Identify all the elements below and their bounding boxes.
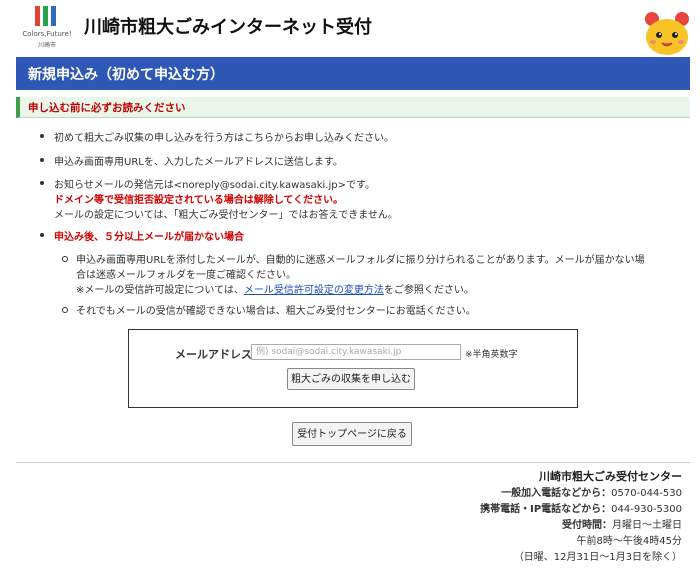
bullet-icon — [40, 158, 44, 162]
footer-holidays: （日曜、12月31日～1月3日を除く） — [513, 552, 682, 563]
logo-city: 川崎市 — [37, 42, 56, 49]
email-form: メールアドレス ※半角英数字 粗大ごみの収集を申し込む — [128, 329, 578, 408]
page-title: 新規申込み（初めて申込む方） — [28, 67, 224, 83]
footer-hours-label: 受付時間： — [562, 520, 612, 531]
footer-phone-1: 一般加入電話などから：0570-044-530 — [501, 484, 682, 499]
site-header: Colors,Future! 川崎市 川崎市粗大ごみインターネット受付 — [0, 0, 700, 56]
email-input[interactable] — [251, 344, 461, 360]
notice-item-4: 申込み後、５分以上メールが届かない場合 — [54, 232, 244, 243]
footer-phone-2: 携帯電話・IP電話などから：044-930-5300 — [480, 500, 682, 515]
footer-phone-2-label: 携帯電話・IP電話などから： — [480, 504, 612, 515]
email-label: メールアドレス — [175, 348, 252, 361]
bullet-icon — [40, 134, 44, 138]
footer-hours-days: 月曜日～土曜日 — [612, 520, 682, 531]
sub-notice-1-line1: 申込み画面専用URLを添付したメールが、自動的に迷惑メールフォルダに振り分けられ… — [76, 255, 645, 266]
circle-bullet-icon — [62, 256, 68, 262]
notice-heading: 申し込む前に必ずお読みください — [28, 102, 186, 114]
footer-phone-1-number: 0570-044-530 — [611, 488, 682, 499]
circle-bullet-icon — [62, 307, 68, 313]
page-title-bar: 新規申込み（初めて申込む方） — [16, 57, 690, 90]
sub-notice-1-line3-pre: ※メールの受信許可設定については、 — [76, 285, 244, 296]
back-to-top-button[interactable]: 受付トップページに戻る — [292, 422, 412, 446]
footer-center-name: 川崎市粗大ごみ受付センター — [539, 470, 682, 483]
site-title: 川崎市粗大ごみインターネット受付 — [84, 17, 372, 38]
sub-notice-1-line2: 合は迷惑メールフォルダを一度ご確認ください。 — [76, 270, 296, 281]
notice-item-1: 初めて粗大ごみ収集の申し込みを行う方はこちらからお申し込みください。 — [54, 133, 394, 144]
footer-phone-2-number: 044-930-5300 — [611, 504, 682, 515]
submit-application-button[interactable]: 粗大ごみの収集を申し込む — [287, 368, 415, 390]
notice-item-3-line1: お知らせメールの発信元は<noreply@sodai.city.kawasaki… — [54, 180, 375, 191]
footer-divider — [16, 462, 690, 463]
notice-item-3-warning: ドメイン等で受信拒否設定されている場合は解除してください。 — [54, 195, 344, 206]
sub-notice-2: それでもメールの受信が確認できない場合は、粗大ごみ受付センターにお電話ください。 — [76, 306, 476, 317]
logo-bars-icon — [35, 6, 59, 28]
mascot-icon — [642, 10, 692, 56]
footer-hours-time: 午前8時～午後4時45分 — [576, 536, 682, 547]
sub-notice-1-line3: ※メールの受信許可設定については、メール受信許可設定の変更方法をご参照ください。 — [76, 281, 474, 296]
notice-item-3-line3: メールの設定については、「粗大ごみ受付センター」ではお答えできません。 — [54, 210, 398, 221]
bullet-icon — [40, 181, 44, 185]
mail-settings-link[interactable]: メール受信許可設定の変更方法 — [244, 285, 384, 296]
notice-item-2: 申込み画面専用URLを、入力したメールアドレスに送信します。 — [54, 157, 343, 168]
notice-heading-bar: 申し込む前に必ずお読みください — [16, 97, 690, 118]
footer-hours: 受付時間：月曜日～土曜日 — [562, 516, 682, 531]
kawasaki-logo[interactable]: Colors,Future! 川崎市 — [22, 6, 72, 50]
sub-notice-1-line3-post: をご参照ください。 — [383, 285, 474, 296]
email-note: ※半角英数字 — [465, 350, 518, 360]
footer-phone-1-label: 一般加入電話などから： — [501, 488, 612, 499]
bullet-icon — [40, 233, 44, 237]
logo-tagline: Colors,Future! — [22, 30, 72, 38]
